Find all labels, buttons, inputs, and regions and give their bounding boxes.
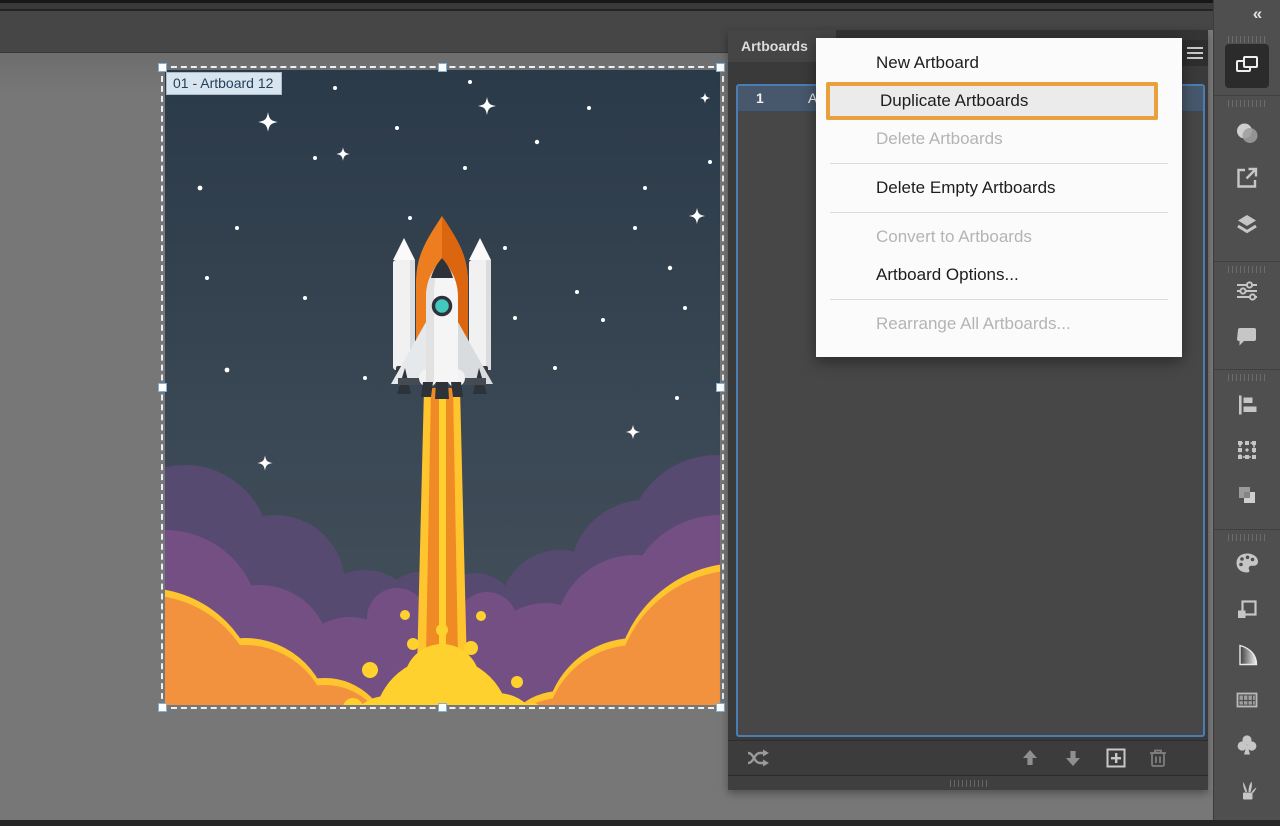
dock-color-button[interactable] (1225, 541, 1269, 585)
hamburger-icon (1187, 47, 1203, 59)
dock-divider (1214, 529, 1280, 530)
dock-pathfinder-button[interactable] (1225, 473, 1269, 517)
transform-icon (1233, 436, 1261, 464)
dock-group-grip[interactable] (1228, 534, 1268, 541)
dock-divider (1214, 369, 1280, 370)
selection-handle-e[interactable] (716, 383, 725, 392)
move-down-button[interactable] (1059, 745, 1087, 771)
layers-icon (1233, 210, 1261, 238)
swatches-grid-icon (1233, 686, 1261, 714)
dock-group-grip[interactable] (1228, 36, 1268, 43)
selection-handle-s[interactable] (438, 703, 447, 712)
menu-item-convert-to-artboards: Convert to Artboards (816, 218, 1182, 256)
panel-resize-strip[interactable] (728, 775, 1208, 790)
gradient-icon (1233, 641, 1261, 669)
dock-export-button[interactable] (1225, 156, 1269, 200)
plus-square-icon (1106, 748, 1126, 768)
arrow-down-icon (1064, 749, 1082, 767)
menu-separator (830, 212, 1168, 213)
menu-item-artboard-options[interactable]: Artboard Options... (816, 256, 1182, 294)
new-artboard-button[interactable] (1102, 745, 1130, 771)
dock-comments-button[interactable] (1225, 315, 1269, 359)
artboards-context-menu: New Artboard Duplicate Artboards Delete … (816, 38, 1182, 357)
dock-transform-button[interactable] (1225, 428, 1269, 472)
menu-item-delete-empty-artboards[interactable]: Delete Empty Artboards (816, 169, 1182, 207)
comment-bubble-icon (1233, 323, 1261, 351)
menu-item-new-artboard[interactable]: New Artboard (816, 44, 1182, 82)
selection-handle-se[interactable] (716, 703, 725, 712)
selection-handle-w[interactable] (158, 383, 167, 392)
dock-symbols-button[interactable] (1225, 723, 1269, 767)
dock-swatches-button[interactable] (1225, 678, 1269, 722)
selection-handle-n[interactable] (438, 63, 447, 72)
rearrange-icon (746, 748, 770, 768)
panel-icon-dock: « (1213, 0, 1280, 820)
dock-divider (1214, 95, 1280, 96)
selection-handle-sw[interactable] (158, 703, 167, 712)
panel-resize-grip (950, 780, 988, 787)
move-up-button[interactable] (1016, 745, 1044, 771)
graphic-styles-icon (1233, 596, 1261, 624)
panel-footer (728, 740, 1208, 774)
export-icon (1233, 164, 1261, 192)
color-palette-icon (1233, 549, 1261, 577)
delete-artboard-button[interactable] (1144, 745, 1172, 771)
menu-item-delete-artboards: Delete Artboards (816, 120, 1182, 158)
dock-artboards-button[interactable] (1225, 44, 1269, 88)
brushes-icon (1233, 776, 1261, 804)
pathfinder-icon (1233, 481, 1261, 509)
dock-properties-button[interactable] (1225, 269, 1269, 313)
dock-graphic-styles-button[interactable] (1225, 588, 1269, 632)
symbols-club-icon (1233, 731, 1261, 759)
panel-flyout-menu-button[interactable] (1182, 40, 1208, 66)
dock-transparency-button[interactable] (1225, 111, 1269, 155)
align-icon (1233, 391, 1261, 419)
sliders-icon (1233, 277, 1261, 305)
dock-group-grip[interactable] (1228, 100, 1268, 107)
menu-separator (830, 163, 1168, 164)
window-bottom-edge (0, 820, 1280, 826)
artboard-rocket-illustration[interactable] (165, 70, 720, 705)
artboard-row-index: 1 (756, 90, 764, 106)
rocket-launch-artwork (165, 70, 720, 705)
trash-icon (1149, 748, 1167, 768)
dock-align-button[interactable] (1225, 383, 1269, 427)
dock-brushes-button[interactable] (1225, 768, 1269, 812)
selection-handle-nw[interactable] (158, 63, 167, 72)
menu-separator (830, 299, 1168, 300)
arrow-up-icon (1021, 749, 1039, 767)
dock-gradient-button[interactable] (1225, 633, 1269, 677)
space-shuttle (391, 216, 493, 399)
dock-group-grip[interactable] (1228, 374, 1268, 381)
dock-layers-button[interactable] (1225, 202, 1269, 246)
menu-item-rearrange-all-artboards: Rearrange All Artboards... (816, 305, 1182, 343)
rearrange-artboards-button[interactable] (744, 745, 772, 771)
transparency-icon (1233, 119, 1261, 147)
artboard-name-tag[interactable]: 01 - Artboard 12 (166, 72, 282, 95)
dock-divider (1214, 261, 1280, 262)
artboards-icon (1233, 52, 1261, 80)
selection-handle-ne[interactable] (716, 63, 725, 72)
menu-item-duplicate-artboards[interactable]: Duplicate Artboards (826, 82, 1158, 120)
collapse-dock-button[interactable]: « (1240, 4, 1276, 26)
